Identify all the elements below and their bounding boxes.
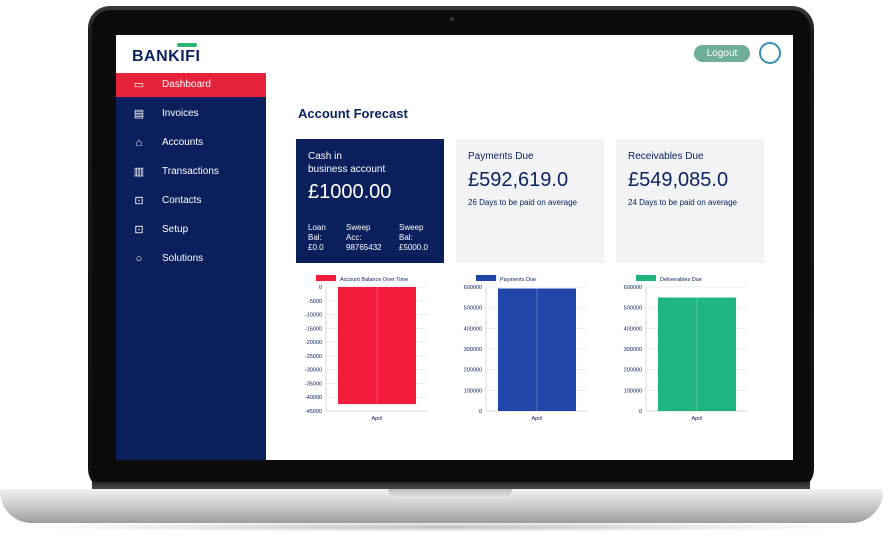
- y-tick-label: 400000: [464, 326, 482, 332]
- x-tick-label: April: [371, 416, 382, 422]
- sweep-balance: Sweep Bal: £5000.0: [399, 223, 428, 252]
- y-tick-label: -35000: [305, 381, 322, 387]
- y-tick-label: 0: [639, 409, 642, 415]
- y-tick-label: -15000: [305, 326, 322, 332]
- y-tick-label: 400000: [624, 326, 642, 332]
- x-tick-label: April: [531, 416, 542, 422]
- balance-chart: Account Balance Over Time 0 -5000 -10000 -15…: [288, 273, 438, 433]
- y-tick-label: 300000: [464, 347, 482, 353]
- bank-icon: ⌂: [135, 137, 143, 149]
- sidebar-item-accounts[interactable]: ⌂ Accounts: [116, 131, 266, 155]
- legend-label: Deliverables Due: [660, 277, 702, 283]
- sidebar-item-label: Setup: [162, 224, 189, 235]
- balance-chart-svg: Account Balance Over Time 0 -5000 -10000 -15…: [305, 275, 428, 422]
- y-tick-label: 600000: [464, 285, 482, 291]
- x-tick-label: April: [691, 416, 702, 422]
- lock-icon: ⊡: [134, 224, 144, 236]
- receivables-due-card: Receivables Due £549,085.0 24 Days to be…: [616, 139, 764, 263]
- y-tick-label: 0: [319, 285, 322, 291]
- sidebar-item-label: Accounts: [162, 137, 204, 148]
- payments-chart-svg: Payments Due 0 100000 200000 300000 400000 500…: [464, 275, 588, 422]
- y-tick-label: 100000: [464, 388, 482, 394]
- legend-swatch: [316, 275, 336, 281]
- sidebar: ▭ Dashboard ▤ Invoices ⌂ Accounts ▥ Tran…: [116, 73, 266, 460]
- y-tick-label: 600000: [624, 285, 642, 291]
- sidebar-item-solutions[interactable]: ○ Solutions: [116, 247, 266, 271]
- legend-swatch: [636, 275, 656, 281]
- payments-chart: Payments Due 0 100000 200000 300000 400000 500…: [448, 273, 598, 433]
- sidebar-item-label: Dashboard: [162, 79, 211, 90]
- user-avatar[interactable]: [759, 42, 781, 64]
- legend-label: Account Balance Over Time: [340, 277, 408, 283]
- sidebar-item-label: Contacts: [162, 195, 202, 206]
- payments-due-card: Payments Due £592,619.0 26 Days to be pa…: [456, 139, 604, 263]
- y-tick-label: 200000: [624, 368, 642, 374]
- y-tick-label: -25000: [305, 354, 322, 360]
- y-tick-label: 500000: [624, 306, 642, 312]
- y-tick-label: 100000: [624, 388, 642, 394]
- loan-balance: Loan Bal: £0.0: [308, 223, 326, 252]
- legend-swatch: [476, 275, 496, 281]
- sidebar-item-dashboard[interactable]: ▭ Dashboard: [116, 73, 266, 97]
- y-tick-label: 500000: [464, 306, 482, 312]
- sidebar-item-label: Invoices: [162, 108, 199, 119]
- receivables-amount: £549,085.0: [628, 169, 729, 191]
- page-title: Account Forecast: [298, 106, 408, 121]
- sidebar-item-contacts[interactable]: ⊡ Contacts: [116, 189, 266, 213]
- cash-amount: £1000.00: [308, 181, 392, 203]
- main-content: Account Forecast Cash in business accoun…: [266, 73, 793, 460]
- top-bar: BANKIFI Logout: [116, 35, 793, 74]
- laptop-shadow: [20, 522, 863, 532]
- deliverables-chart: Deliverables Due 0 100000 200000 300000 40000…: [608, 273, 758, 433]
- sidebar-item-label: Transactions: [162, 166, 219, 177]
- receivables-card-title: Receivables Due: [628, 151, 704, 162]
- logout-button[interactable]: Logout: [694, 45, 750, 62]
- y-tick-label: -45000: [305, 409, 322, 415]
- y-tick-label: -30000: [305, 368, 322, 374]
- deliverables-chart-svg: Deliverables Due 0 100000 200000 300000 40000…: [624, 275, 748, 422]
- sweep-account: Sweep Acc: 98765432: [346, 223, 382, 252]
- payments-amount: £592,619.0: [468, 169, 569, 191]
- invoice-icon: ▤: [133, 108, 145, 120]
- y-tick-label: 0: [479, 409, 482, 415]
- sidebar-item-label: Solutions: [162, 253, 204, 264]
- circle-icon: ○: [135, 253, 143, 265]
- sidebar-item-setup[interactable]: ⊡ Setup: [116, 218, 266, 242]
- payments-subtext: 26 Days to be paid on average: [468, 198, 577, 207]
- y-tick-label: 200000: [464, 368, 482, 374]
- legend-label: Payments Due: [500, 277, 536, 283]
- transactions-icon: ▥: [133, 166, 145, 178]
- sidebar-item-invoices[interactable]: ▤ Invoices: [116, 102, 266, 126]
- cash-card: Cash in business account £1000.00 Loan B…: [296, 139, 444, 263]
- laptop-notch: [388, 489, 512, 498]
- app-logo[interactable]: BANKIFI: [132, 48, 200, 66]
- receivables-subtext: 24 Days to be paid on average: [628, 198, 737, 207]
- camera-dot: [450, 17, 454, 21]
- logo-accent-bar: [177, 43, 197, 47]
- lock-icon: ⊡: [134, 195, 144, 207]
- app-screen: BANKIFI Logout ▭ Dashboard ▤ Invoices ⌂ …: [116, 35, 793, 460]
- y-tick-label: -10000: [305, 313, 322, 319]
- y-tick-label: 300000: [624, 347, 642, 353]
- sidebar-item-transactions[interactable]: ▥ Transactions: [116, 160, 266, 184]
- y-tick-label: -40000: [305, 395, 322, 401]
- y-tick-label: -5000: [308, 299, 322, 305]
- cash-card-title: Cash in business account: [308, 151, 386, 175]
- monitor-icon: ▭: [133, 79, 145, 91]
- payments-card-title: Payments Due: [468, 151, 534, 162]
- y-tick-label: -20000: [305, 340, 322, 346]
